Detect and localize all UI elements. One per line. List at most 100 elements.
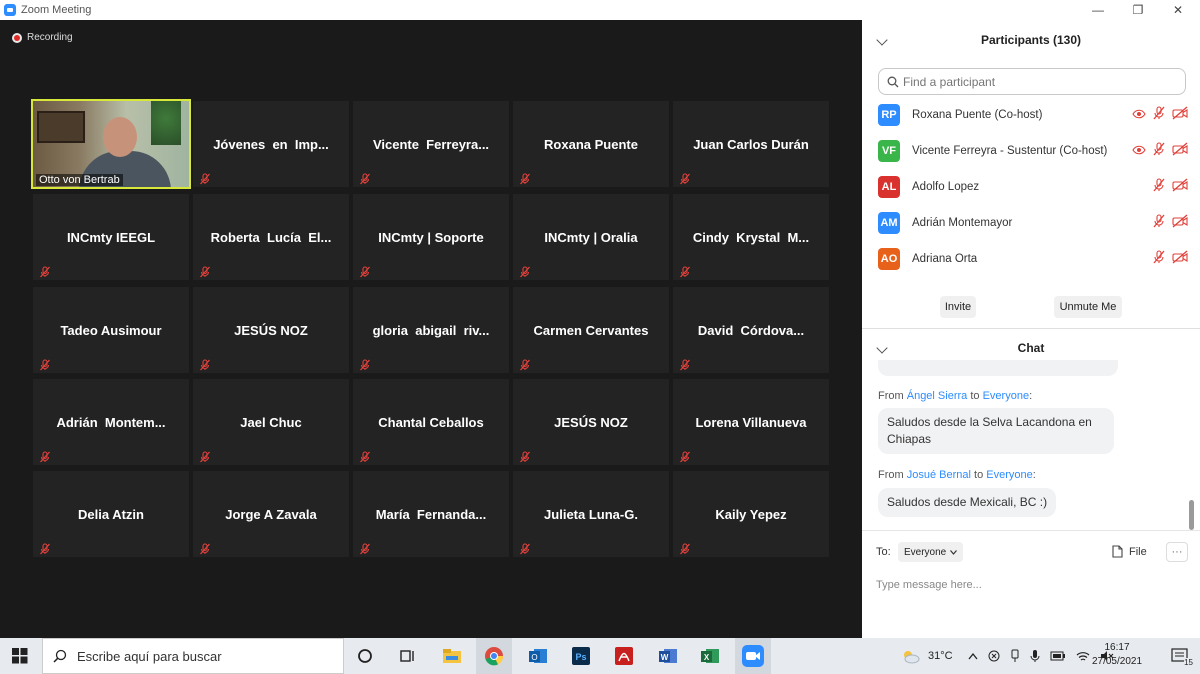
temperature: 31°C: [928, 650, 953, 662]
word-icon[interactable]: W: [650, 638, 686, 674]
video-off-icon[interactable]: [1172, 178, 1188, 197]
chrome-icon[interactable]: [476, 638, 512, 674]
participant-tile-name: INCmty | Oralia: [544, 230, 638, 245]
video-off-icon[interactable]: [1172, 142, 1188, 161]
more-options-button[interactable]: ···: [1166, 542, 1188, 562]
microphone-muted-icon[interactable]: [1152, 177, 1166, 197]
file-button[interactable]: File: [1112, 545, 1147, 558]
participant-tile[interactable]: INCmty | Soporte: [353, 194, 509, 280]
battery-icon[interactable]: [1050, 651, 1066, 661]
notifications-button[interactable]: 15: [1162, 638, 1198, 674]
participant-tile[interactable]: Cindy Krystal M...: [673, 194, 829, 280]
participant-tile[interactable]: Carmen Cervantes: [513, 287, 669, 373]
participant-tile[interactable]: INCmty | Oralia: [513, 194, 669, 280]
cortana-icon[interactable]: [347, 638, 383, 674]
participant-tile-name: Cindy Krystal M...: [692, 230, 810, 245]
task-view-icon[interactable]: [390, 638, 426, 674]
participant-tile-name: Kaily Yepez: [715, 507, 787, 522]
participant-tile[interactable]: Roberta Lucía El...: [193, 194, 349, 280]
video-off-icon[interactable]: [1172, 106, 1188, 125]
file-explorer-icon[interactable]: [434, 638, 470, 674]
chat-scrollbar[interactable]: [1189, 500, 1194, 530]
zoom-logo-icon: [4, 4, 16, 16]
participant-row[interactable]: AO Adriana Orta: [878, 244, 1188, 274]
chat-sender-line: From Ángel Sierra to Everyone:: [878, 390, 1033, 402]
taskbar-search[interactable]: Escribe aquí para buscar: [42, 638, 344, 674]
recording-indicator[interactable]: Recording: [12, 32, 73, 43]
microphone-muted-icon[interactable]: [1152, 141, 1166, 161]
wifi-icon[interactable]: [1076, 650, 1090, 662]
chat-sender-line: From Josué Bernal to Everyone:: [878, 469, 1036, 481]
participant-tile[interactable]: Tadeo Ausimour: [33, 287, 189, 373]
participant-row[interactable]: RP Roxana Puente (Co-host): [878, 100, 1188, 130]
excel-icon[interactable]: X: [692, 638, 728, 674]
participant-tile[interactable]: Lorena Villanueva: [673, 379, 829, 465]
collapse-chevron-icon[interactable]: [876, 342, 888, 354]
participant-tile[interactable]: Roxana Puente: [513, 101, 669, 187]
participant-tile[interactable]: INCmty IEEGL: [33, 194, 189, 280]
microphone-muted-icon: [519, 358, 531, 371]
clock[interactable]: 16:17 27/05/2021: [1090, 641, 1144, 669]
participant-tile-name: INCmty IEEGL: [66, 230, 156, 245]
participant-tile[interactable]: Delia Atzin: [33, 471, 189, 557]
participant-tile[interactable]: JESÚS NOZ: [513, 379, 669, 465]
maximize-button[interactable]: ❐: [1120, 0, 1156, 20]
participant-tile[interactable]: David Córdova...: [673, 287, 829, 373]
microphone-muted-icon[interactable]: [1152, 213, 1166, 233]
participant-tile[interactable]: Adrián Montem...: [33, 379, 189, 465]
invite-button[interactable]: Invite: [940, 296, 976, 318]
photoshop-icon[interactable]: Ps: [563, 638, 599, 674]
participant-search-input[interactable]: [903, 74, 1163, 89]
participant-tile[interactable]: María Fernanda...: [353, 471, 509, 557]
microphone-muted-icon[interactable]: [1152, 105, 1166, 125]
participant-tile-name: David Córdova...: [697, 323, 805, 338]
recipient-name[interactable]: Everyone: [983, 390, 1029, 402]
usb-device-icon[interactable]: [1010, 649, 1020, 663]
participant-tile[interactable]: gloria abigail riv...: [353, 287, 509, 373]
network-status-icon[interactable]: [988, 650, 1000, 662]
svg-text:W: W: [661, 653, 669, 662]
participant-row[interactable]: VF Vicente Ferreyra - Sustentur (Co-host): [878, 136, 1188, 166]
participant-tile[interactable]: JESÚS NOZ: [193, 287, 349, 373]
windows-start-icon[interactable]: [2, 638, 38, 674]
unmute-me-button[interactable]: Unmute Me: [1054, 296, 1122, 318]
avatar: AL: [878, 176, 900, 198]
microphone-muted-icon: [519, 542, 531, 555]
sender-name[interactable]: Josué Bernal: [907, 469, 971, 481]
participant-tile[interactable]: Julieta Luna-G.: [513, 471, 669, 557]
participant-tile[interactable]: Kaily Yepez: [673, 471, 829, 557]
participant-row[interactable]: AL Adolfo Lopez: [878, 172, 1188, 202]
chat-input-area: To: Everyone File ··· Type message here.…: [862, 530, 1200, 638]
recipient-dropdown[interactable]: Everyone: [898, 542, 964, 562]
recipient-name[interactable]: Everyone: [986, 469, 1032, 481]
collapse-chevron-icon[interactable]: [876, 34, 888, 46]
chat-message-input[interactable]: Type message here...: [876, 579, 982, 591]
participant-search[interactable]: [878, 68, 1186, 95]
participant-row[interactable]: AM Adrián Montemayor: [878, 208, 1188, 238]
participant-tile[interactable]: Chantal Ceballos: [353, 379, 509, 465]
active-speaker-tile[interactable]: Otto von Bertrab: [31, 99, 191, 189]
clock-date: 27/05/2021: [1091, 656, 1143, 667]
minimize-button[interactable]: —: [1080, 0, 1116, 20]
microphone-icon[interactable]: [1030, 649, 1040, 663]
participant-tile[interactable]: Jóvenes en Imp...: [193, 101, 349, 187]
participant-tile-name: INCmty | Soporte: [378, 230, 484, 245]
weather-widget[interactable]: 31°C: [900, 638, 953, 674]
participants-header: Participants (130): [862, 20, 1200, 60]
microphone-muted-icon[interactable]: [1152, 249, 1166, 269]
video-off-icon[interactable]: [1172, 250, 1188, 269]
participant-tile[interactable]: Jorge A Zavala: [193, 471, 349, 557]
microphone-muted-icon: [199, 450, 211, 463]
participant-tile[interactable]: Juan Carlos Durán: [673, 101, 829, 187]
participant-tile-name: JESÚS NOZ: [234, 323, 308, 338]
chevron-up-icon[interactable]: [968, 652, 978, 660]
acrobat-icon[interactable]: [606, 638, 642, 674]
video-off-icon[interactable]: [1172, 214, 1188, 233]
microphone-muted-icon: [519, 172, 531, 185]
outlook-icon[interactable]: O: [520, 638, 556, 674]
participant-tile[interactable]: Jael Chuc: [193, 379, 349, 465]
participant-tile[interactable]: Vicente Ferreyra...: [353, 101, 509, 187]
zoom-taskbar-icon[interactable]: [735, 638, 771, 674]
sender-name[interactable]: Ángel Sierra: [907, 390, 968, 402]
close-button[interactable]: ✕: [1160, 0, 1196, 20]
